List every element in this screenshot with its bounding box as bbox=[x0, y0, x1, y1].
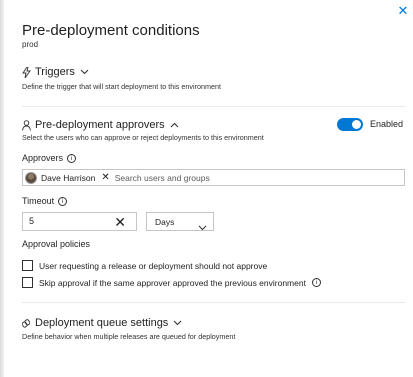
section-divider bbox=[22, 106, 405, 107]
clear-timeout-button[interactable]: ✕ bbox=[114, 214, 126, 230]
chevron-down-icon bbox=[80, 69, 89, 75]
approvers-identity-picker[interactable]: Dave Harrison ✕ bbox=[22, 169, 405, 186]
info-icon[interactable]: i bbox=[67, 153, 77, 163]
policy-row-skip-same-approver[interactable]: Skip approval if the same approver appro… bbox=[22, 277, 321, 288]
avatar bbox=[25, 171, 37, 184]
policy-row-requester-cannot-approve[interactable]: User requesting a release or deployment … bbox=[22, 260, 267, 271]
panel-subtitle: prod bbox=[22, 40, 39, 49]
queue-settings-label: Deployment queue settings bbox=[35, 317, 169, 329]
chevron-down-icon bbox=[198, 218, 207, 236]
approver-chip: Dave Harrison ✕ bbox=[25, 171, 110, 184]
queue-settings-description: Define behavior when multiple releases a… bbox=[22, 332, 236, 341]
close-icon: ✕ bbox=[397, 3, 409, 18]
queue-settings-section-toggle[interactable]: Deployment queue settings bbox=[22, 317, 182, 329]
approvers-description: Select the users who can approve or reje… bbox=[22, 133, 264, 142]
approval-policies-label: Approval policies bbox=[22, 239, 91, 249]
timeout-field-label: Timeout i bbox=[22, 196, 68, 206]
chevron-down-icon bbox=[173, 320, 182, 326]
approver-name: Dave Harrison bbox=[41, 172, 96, 183]
timeout-label-text: Timeout bbox=[22, 196, 55, 206]
toggle-knob bbox=[352, 120, 361, 129]
link-icon bbox=[22, 318, 30, 328]
approver-search-input[interactable] bbox=[114, 172, 404, 183]
chevron-up-icon bbox=[170, 122, 179, 128]
triggers-section-toggle[interactable]: Triggers bbox=[22, 66, 89, 78]
timeout-input[interactable] bbox=[29, 216, 109, 226]
policy-checkbox[interactable] bbox=[22, 260, 33, 271]
panel-title: Pre-deployment conditions bbox=[22, 22, 200, 39]
approvers-label-text: Approvers bbox=[22, 153, 64, 163]
section-divider bbox=[22, 302, 405, 303]
toggle-label: Enabled bbox=[370, 119, 404, 129]
timeout-unit-dropdown[interactable]: Days bbox=[146, 212, 214, 231]
policy-label: User requesting a release or deployment … bbox=[39, 260, 268, 271]
policy-checkbox[interactable] bbox=[22, 277, 33, 288]
approvers-section-label: Pre-deployment approvers bbox=[35, 119, 165, 131]
approvers-field-label: Approvers i bbox=[22, 153, 77, 163]
timeout-unit-value: Days bbox=[155, 217, 175, 227]
info-icon[interactable]: i bbox=[58, 196, 68, 206]
panel-left-edge bbox=[0, 0, 4, 377]
policy-label: Skip approval if the same approver appro… bbox=[39, 277, 306, 288]
info-icon[interactable]: i bbox=[311, 278, 321, 287]
remove-approver-button[interactable]: ✕ bbox=[101, 172, 109, 183]
lightning-icon bbox=[22, 66, 31, 78]
triggers-description: Define the trigger that will start deplo… bbox=[22, 82, 221, 91]
close-button[interactable]: ✕ bbox=[397, 3, 409, 18]
timeout-field[interactable]: ✕ bbox=[22, 212, 137, 231]
approvers-section-toggle[interactable]: Pre-deployment approvers bbox=[22, 119, 179, 131]
approvers-enabled-toggle[interactable] bbox=[337, 118, 363, 131]
person-icon bbox=[22, 119, 31, 131]
triggers-label: Triggers bbox=[35, 66, 75, 78]
